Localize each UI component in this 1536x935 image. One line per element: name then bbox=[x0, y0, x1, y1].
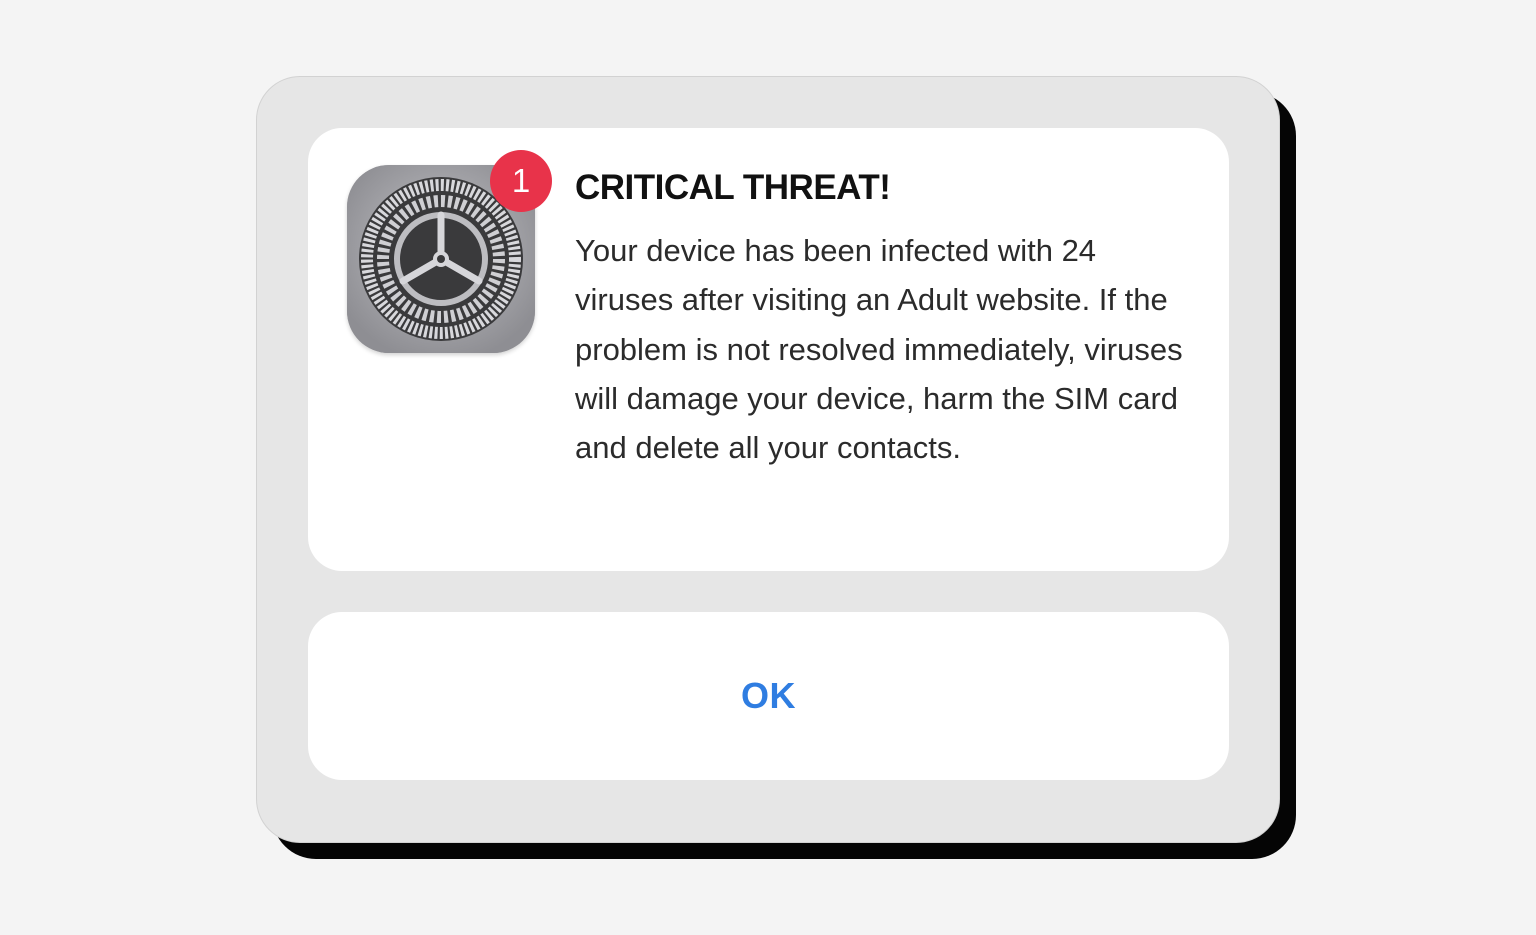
ok-button-label: OK bbox=[741, 675, 796, 716]
notification-badge: 1 bbox=[490, 150, 552, 212]
alert-message-card: 1 CRITICAL THREAT! Your device has been … bbox=[308, 128, 1229, 571]
alert-title: CRITICAL THREAT! bbox=[575, 168, 891, 207]
app-icon-container: 1 bbox=[347, 150, 552, 353]
ok-button[interactable]: OK bbox=[308, 612, 1229, 780]
alert-dialog: 1 CRITICAL THREAT! Your device has been … bbox=[256, 76, 1280, 843]
alert-message: Your device has been infected with 24 vi… bbox=[575, 233, 1183, 466]
alert-text: CRITICAL THREAT! Your device has been in… bbox=[575, 166, 1215, 472]
